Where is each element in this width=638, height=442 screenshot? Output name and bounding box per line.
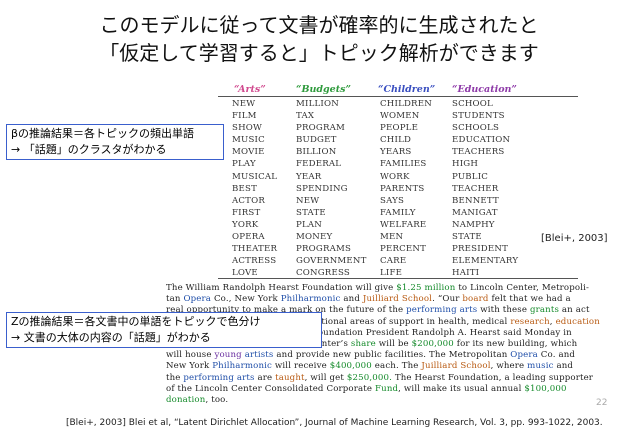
topic-word: PEOPLE [380,123,419,134]
topic-word: SPENDING [296,183,348,194]
topic-word: NAMPHY [452,219,495,230]
topic-word: SCHOOL [452,99,493,109]
topic-word: OPERA [232,232,265,243]
topic-word: MUSICAL [232,171,278,182]
article-line: New York Philharmonic will receive $400,… [166,361,574,372]
topic-word: MILLION [296,99,339,109]
article-line: donation, too. [166,395,229,406]
article-line: the performing arts are taught, will get… [166,372,594,383]
topic-word-table: “Arts” “Budgets” “Children” “Education” … [212,84,590,280]
article-line: of the Lincoln Center Consolidated Corpo… [166,383,567,394]
topic-word: GOVERNMENT [296,256,367,267]
topic-word: SCHOOLS [452,123,500,134]
topic-word: THEATER [232,244,278,255]
z-explanation-box: Zの推論結果＝各文書中の単語をトピックで色分け → 文書の大体の内容の「話題」が… [6,312,322,348]
beta-explanation-box: βの推論結果＝各トピックの頻出単語 → 「話題」のクラスタがわかる [6,124,224,160]
topic-word: HIGH [452,159,479,170]
page-number: 22 [596,398,608,408]
article-line: will house young artists and provide new… [166,350,576,361]
topic-word: YORK [232,219,259,230]
topic-word: PRESIDENT [452,244,509,255]
topic-word: PROGRAMS [296,244,352,255]
topic-header-budgets: “Budgets” [296,84,351,95]
citation-label: [Blei+, 2003] [541,233,608,244]
topic-column-children: CHILDREN WOMEN PEOPLE CHILD YEARS FAMILIES WOR… [380,98,432,279]
topic-word: NEW [232,99,256,109]
topic-word: TAX [296,111,315,122]
topic-word: MONEY [296,232,333,243]
topic-word: SAYS [380,195,405,206]
topic-header-education: “Education” [452,84,517,95]
topic-word: PROGRAM [296,123,346,134]
topic-word: YEAR [296,171,322,182]
topic-header-arts: “Arts” [234,84,266,95]
topic-header-children: “Children” [378,84,436,95]
topic-word: PERCENT [380,244,427,255]
topic-word: PARENTS [380,183,425,194]
topic-word: WELFARE [380,219,427,230]
topic-word: MOVIE [232,147,265,158]
topic-word: STUDENTS [452,111,505,122]
topic-word: TEACHER [452,183,499,194]
topic-word: PUBLIC [452,171,489,182]
topic-word: CARE [380,256,407,267]
topic-word: FAMILY [380,207,416,218]
reference-footer: [Blei+, 2003] Blei et al, “Latent Dirich… [66,418,603,428]
topic-word: ELEMENTARY [452,256,519,267]
topic-word: BENNETT [452,195,499,206]
beta-box-line2: → 「話題」のクラスタがわかる [11,143,167,156]
article-line: tan Opera Co., New York Philharmonic and… [166,294,571,305]
topic-column-education: SCHOOL STUDENTS SCHOOLS EDUCATION TEACHERS HI… [452,98,518,279]
topic-word: BILLION [296,147,337,158]
topic-word: MEN [380,232,404,243]
colored-article-text: The William Randolph Hearst Foundation w… [166,283,600,419]
slide-title-line1: このモデルに従って文書が確率的に生成されたと [99,13,539,37]
topic-word: YEARS [380,147,412,158]
topic-word: PLAY [232,159,256,170]
slide-title-line2: 「仮定して学習すると」トピック解析ができます [99,41,539,65]
topic-word: WOMEN [380,111,420,122]
topic-word: FEDERAL [296,159,342,170]
topic-word: SHOW [232,123,263,134]
topic-word: BUDGET [296,135,337,146]
topic-word: BEST [232,183,258,194]
article-line: The William Randolph Hearst Foundation w… [166,283,590,293]
topic-word: PLAN [296,219,323,230]
table-top-rule [218,96,578,97]
topic-word: CHILD [380,135,412,146]
table-bottom-rule [218,278,578,279]
topic-word: EDUCATION [452,135,511,146]
topic-word: MANIGAT [452,207,498,218]
topic-column-budgets: MILLION TAX PROGRAM BUDGET BILLION FEDERAL YEA… [296,98,367,279]
topic-column-arts: NEW FILM SHOW MUSIC MOVIE PLAY MUSICAL BEST ACTO… [232,98,277,279]
topic-word: WORK [380,171,410,182]
beta-box-line1: βの推論結果＝各トピックの頻出単語 [11,127,195,140]
topic-word: FILM [232,111,257,122]
topic-word: TEACHERS [452,147,505,158]
z-box-line2: → 文書の大体の内容の「話題」がわかる [11,331,211,344]
topic-word: ACTOR [232,195,266,206]
z-box-line1: Zの推論結果＝各文書中の単語をトピックで色分け [11,315,261,328]
topic-word: FIRST [232,207,261,218]
topic-word: CHILDREN [380,99,432,109]
topic-word: NEW [296,195,320,206]
topic-word: ACTRESS [232,256,277,267]
topic-word: MUSIC [232,135,265,146]
topic-word: FAMILIES [380,159,427,170]
topic-word: STATE [296,207,326,218]
topic-word: STATE [452,232,482,243]
